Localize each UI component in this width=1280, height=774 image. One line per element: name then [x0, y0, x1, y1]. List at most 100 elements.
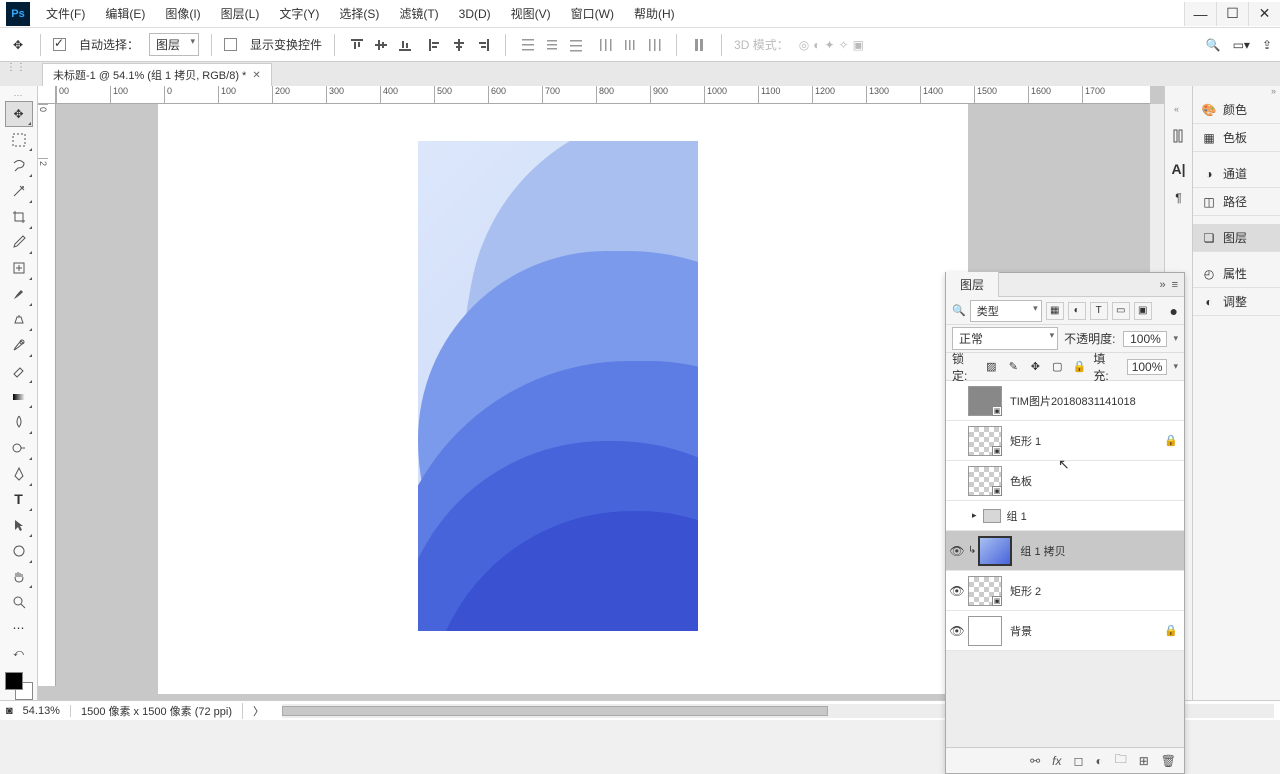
pen-tool[interactable] — [5, 461, 33, 487]
layer-thumbnail[interactable] — [978, 536, 1012, 566]
layer-thumbnail[interactable] — [968, 616, 1002, 646]
filter-toggle-icon[interactable]: ● — [1170, 303, 1178, 319]
layers-tab[interactable]: 图层 — [946, 272, 999, 297]
panel-menu-icon[interactable]: ≡ — [1172, 279, 1178, 291]
lock-all-icon[interactable]: 🔒 — [1071, 360, 1087, 373]
toolbox-grip-icon[interactable]: ⋯ — [14, 90, 24, 101]
vertical-ruler[interactable]: 0 2 — [38, 104, 56, 686]
shape-tool[interactable] — [5, 538, 33, 564]
dist-hcenter-icon[interactable] — [620, 35, 640, 55]
align-top-icon[interactable] — [347, 35, 367, 55]
foreground-color-swatch[interactable] — [5, 672, 23, 690]
align-left-icon[interactable] — [425, 35, 445, 55]
layer-thumbnail[interactable]: ▣ — [968, 426, 1002, 456]
artboard[interactable] — [418, 141, 698, 631]
auto-align-icon[interactable] — [689, 35, 709, 55]
character-icon[interactable]: A| — [1171, 161, 1185, 177]
history-brush-tool[interactable] — [5, 332, 33, 358]
layer-thumbnail[interactable]: ▣ — [968, 466, 1002, 496]
healing-brush-tool[interactable] — [5, 255, 33, 281]
window-close-button[interactable]: ✕ — [1248, 2, 1280, 26]
show-transform-checkbox[interactable] — [224, 38, 237, 51]
menu-image[interactable]: 图像(I) — [155, 0, 210, 28]
zoom-tool[interactable] — [5, 589, 33, 615]
ruler-origin[interactable] — [38, 86, 56, 104]
panel-color[interactable]: 🎨颜色 — [1193, 96, 1280, 124]
menu-type[interactable]: 文字(Y) — [269, 0, 329, 28]
filter-adjustment-icon[interactable]: ◐ — [1068, 302, 1086, 320]
close-tab-icon[interactable]: ✕ — [252, 70, 260, 81]
type-tool[interactable]: T — [5, 487, 33, 513]
collapse-arrows-icon[interactable]: « — [1174, 104, 1183, 114]
dodge-tool[interactable] — [5, 435, 33, 461]
lock-pixels-icon[interactable]: ✎ — [1005, 360, 1021, 373]
filter-shape-icon[interactable]: ▭ — [1112, 302, 1130, 320]
menu-file[interactable]: 文件(F) — [36, 0, 95, 28]
new-layer-icon[interactable]: ⊞ — [1139, 754, 1149, 768]
tab-grip-icon[interactable]: ⋮⋮ — [6, 62, 26, 73]
menu-3d[interactable]: 3D(D) — [449, 0, 501, 28]
panel-collapse-button[interactable]: » — [1159, 279, 1165, 291]
menu-window[interactable]: 窗口(W) — [561, 0, 624, 28]
layer-thumbnail[interactable]: ▣ — [968, 386, 1002, 416]
layer-item[interactable]: 👁 ▣ 矩形 2 — [946, 571, 1184, 611]
auto-select-dropdown[interactable]: 图层 — [149, 33, 199, 56]
opacity-value[interactable]: 100% — [1123, 331, 1167, 347]
menu-edit[interactable]: 编辑(E) — [95, 0, 155, 28]
dist-right-icon[interactable] — [644, 35, 664, 55]
blur-tool[interactable] — [5, 409, 33, 435]
share-icon[interactable]: ⇪ — [1262, 38, 1272, 52]
layer-item[interactable]: ▣ TIM图片20180831141018 — [946, 381, 1184, 421]
eraser-tool[interactable] — [5, 358, 33, 384]
panel-swatches[interactable]: ▦色板 — [1193, 124, 1280, 152]
layer-visibility-toggle[interactable]: 👁 — [946, 584, 968, 598]
panel-layers[interactable]: ❏图层 — [1193, 224, 1280, 252]
panel-collapse-icon[interactable]: » — [1193, 86, 1280, 96]
menu-filter[interactable]: 滤镜(T) — [389, 0, 448, 28]
document-info[interactable]: 1500 像素 x 1500 像素 (72 ppi) — [81, 703, 243, 719]
menu-select[interactable]: 选择(S) — [329, 0, 389, 28]
layer-item[interactable]: ▣ 色板 — [946, 461, 1184, 501]
quickmask-icon[interactable]: ◙ — [6, 705, 13, 717]
layer-item-selected[interactable]: 👁 ↳ 组 1 拷贝 — [946, 531, 1184, 571]
window-minimize-button[interactable]: — — [1184, 2, 1216, 26]
layer-item[interactable]: ▣ 矩形 1 🔒 — [946, 421, 1184, 461]
filter-pixel-icon[interactable]: ▦ — [1046, 302, 1064, 320]
horizontal-ruler[interactable]: 0010001002003004005006007008009001000110… — [56, 86, 1150, 104]
gradient-tool[interactable] — [5, 384, 33, 410]
search-icon[interactable]: 🔍 — [1206, 38, 1221, 52]
layer-fx-icon[interactable]: fx — [1052, 754, 1061, 768]
libraries-icon[interactable] — [1171, 128, 1187, 147]
swap-colors-icon[interactable]: ⤺ — [5, 641, 33, 667]
auto-select-checkbox[interactable] — [53, 38, 66, 51]
delete-layer-icon[interactable]: 🗑 — [1161, 754, 1176, 768]
lasso-tool[interactable] — [5, 152, 33, 178]
window-maximize-button[interactable]: ☐ — [1216, 2, 1248, 26]
lock-position-icon[interactable]: ✥ — [1027, 360, 1043, 373]
path-selection-tool[interactable] — [5, 512, 33, 538]
layer-thumbnail[interactable]: ▣ — [968, 576, 1002, 606]
layer-filter-type-dropdown[interactable]: 类型 — [970, 300, 1042, 322]
zoom-level[interactable]: 54.13% — [23, 705, 71, 717]
clone-stamp-tool[interactable] — [5, 307, 33, 333]
layer-visibility-toggle[interactable]: 👁 — [946, 544, 968, 558]
move-tool-icon[interactable]: ✥ — [8, 35, 28, 55]
menu-help[interactable]: 帮助(H) — [624, 0, 685, 28]
hand-tool[interactable] — [5, 564, 33, 590]
align-hcenter-icon[interactable] — [449, 35, 469, 55]
new-group-icon[interactable]: 🗀 — [1115, 750, 1127, 771]
panel-properties[interactable]: ◴属性 — [1193, 260, 1280, 288]
panel-paths[interactable]: ◫路径 — [1193, 188, 1280, 216]
layer-visibility-toggle[interactable]: 👁 — [946, 624, 968, 638]
lock-artboard-icon[interactable]: ▢ — [1049, 360, 1065, 373]
magic-wand-tool[interactable] — [5, 178, 33, 204]
brush-tool[interactable] — [5, 281, 33, 307]
blend-mode-dropdown[interactable]: 正常 — [952, 327, 1058, 350]
eyedropper-tool[interactable] — [5, 230, 33, 256]
crop-tool[interactable] — [5, 204, 33, 230]
panel-adjustments[interactable]: ◐调整 — [1193, 288, 1280, 316]
edit-toolbar-icon[interactable]: ⋯ — [5, 615, 33, 641]
menu-view[interactable]: 视图(V) — [501, 0, 561, 28]
move-tool[interactable]: ✥ — [5, 101, 33, 127]
menu-layer[interactable]: 图层(L) — [211, 0, 270, 28]
